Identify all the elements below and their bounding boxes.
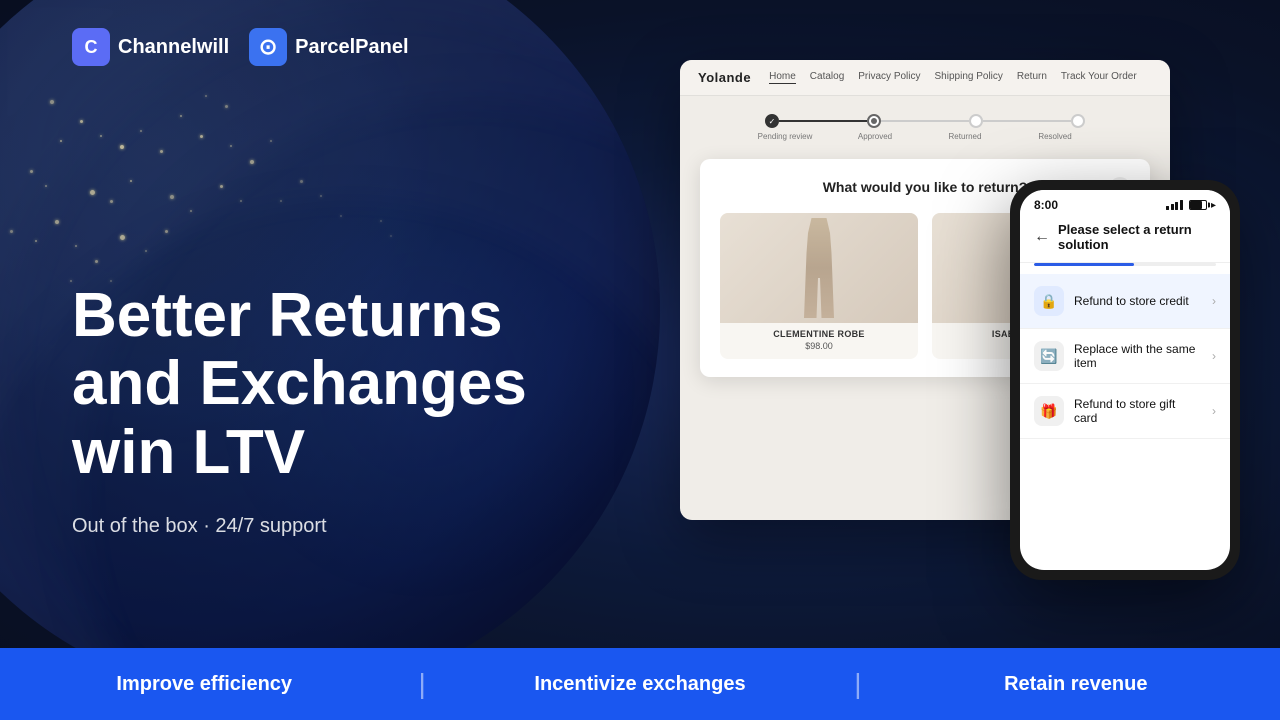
product-silhouette-1 <box>794 218 844 318</box>
progress-steps <box>765 114 1085 128</box>
step-line-1 <box>779 120 867 122</box>
label-approved: Approved <box>845 132 905 141</box>
bottom-bar: Improve efficiency | Incentivize exchang… <box>0 648 1280 720</box>
step-pending <box>765 114 779 128</box>
return-options: 🔒 Refund to store credit › 🔄 Replace wit… <box>1020 266 1230 447</box>
nav-privacy[interactable]: Privacy Policy <box>858 71 920 84</box>
signal-bar-2 <box>1171 204 1174 210</box>
phone-header: ← Please select a return solution <box>1020 216 1230 263</box>
signal-bar-4 <box>1180 200 1183 210</box>
hero-subtext: Out of the box · 24/7 support <box>72 515 652 538</box>
chevron-icon-3: › <box>1212 404 1216 418</box>
desktop-nav-links: Home Catalog Privacy Policy Shipping Pol… <box>769 71 1137 84</box>
phone-mockup: 8:00 ▸ ← Please select a <box>1010 180 1240 580</box>
label-resolved: Resolved <box>1025 132 1085 141</box>
bottom-separator-1: | <box>418 668 425 700</box>
phone-inner: 8:00 ▸ ← Please select a <box>1020 190 1230 570</box>
desktop-brand: Yolande <box>698 70 751 85</box>
bottom-item-3: Retain revenue <box>872 673 1280 696</box>
chevron-icon-2: › <box>1212 349 1216 363</box>
gift-card-icon: 🎁 <box>1034 396 1064 426</box>
signal-bar-3 <box>1175 202 1178 210</box>
nav-catalog[interactable]: Catalog <box>810 71 844 84</box>
return-option-gift-card[interactable]: 🎁 Refund to store gift card › <box>1020 384 1230 439</box>
step-labels: Pending review Approved Returned Resolve… <box>765 132 1085 141</box>
option-label-gift-card: Refund to store gift card <box>1074 397 1202 425</box>
nav-home[interactable]: Home <box>769 71 796 84</box>
chevron-icon-1: › <box>1212 294 1216 308</box>
product-price-1: $98.00 <box>720 341 918 359</box>
battery-icon <box>1189 200 1207 210</box>
right-content: Yolande Home Catalog Privacy Policy Ship… <box>680 60 1240 560</box>
step-returned <box>969 114 983 128</box>
phone-status-bar: 8:00 ▸ <box>1020 190 1230 216</box>
bottom-item-1: Improve efficiency <box>0 673 408 696</box>
bottom-item-2: Incentivize exchanges <box>436 673 844 696</box>
back-arrow-icon[interactable]: ← <box>1034 228 1050 246</box>
phone-time: 8:00 <box>1034 198 1058 212</box>
progress-area: Pending review Approved Returned Resolve… <box>680 96 1170 151</box>
phone-header-title: Please select a return solution <box>1058 222 1216 252</box>
signal-bar-1 <box>1166 206 1169 210</box>
nav-return[interactable]: Return <box>1017 71 1047 84</box>
option-label-store-credit: Refund to store credit <box>1074 294 1202 308</box>
nav-shipping[interactable]: Shipping Policy <box>935 71 1003 84</box>
store-credit-icon: 🔒 <box>1034 286 1064 316</box>
battery-fill <box>1190 201 1202 209</box>
bottom-separator-2: | <box>854 668 861 700</box>
return-option-store-credit[interactable]: 🔒 Refund to store credit › <box>1020 274 1230 329</box>
step-line-2 <box>881 120 969 122</box>
step-line-3 <box>983 120 1071 122</box>
desktop-nav: Yolande Home Catalog Privacy Policy Ship… <box>680 60 1170 96</box>
product-card-1[interactable]: CLEMENTINE ROBE $98.00 <box>720 213 918 359</box>
product-img-1 <box>720 213 918 323</box>
replace-icon: 🔄 <box>1034 341 1064 371</box>
wifi-icon: ▸ <box>1211 200 1216 211</box>
label-pending: Pending review <box>755 132 815 141</box>
label-returned: Returned <box>935 132 995 141</box>
nav-track[interactable]: Track Your Order <box>1061 71 1137 84</box>
option-label-replace: Replace with the same item <box>1074 342 1202 370</box>
product-name-1: CLEMENTINE ROBE <box>720 323 918 341</box>
hero-heading: Better Returns and Exchanges win LTV <box>72 282 652 487</box>
step-resolved <box>1071 114 1085 128</box>
phone-status-icons: ▸ <box>1166 200 1216 211</box>
return-option-replace[interactable]: 🔄 Replace with the same item › <box>1020 329 1230 384</box>
hero-content: Better Returns and Exchanges win LTV Out… <box>72 0 652 720</box>
step-approved <box>867 114 881 128</box>
signal-bars <box>1166 200 1183 210</box>
